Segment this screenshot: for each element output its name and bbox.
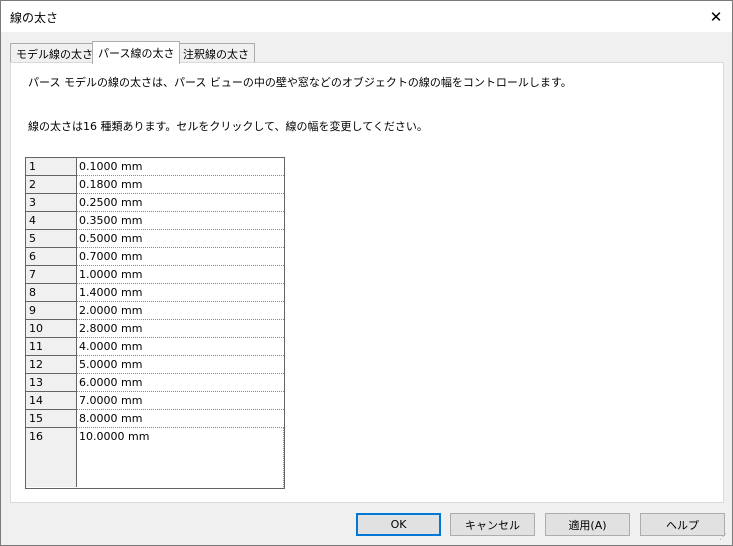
line-width-cell[interactable]: 0.3500 mm <box>77 212 284 230</box>
cancel-button[interactable]: キャンセル <box>450 513 535 536</box>
apply-button[interactable]: 適用(A) <box>545 513 630 536</box>
row-number-cell: 3 <box>26 194 77 212</box>
instruction-text: 線の太さは16 種類あります。セルをクリックして、線の幅を変更してください。 <box>28 120 428 133</box>
line-width-cell[interactable]: 10.0000 mm <box>77 428 284 487</box>
line-width-cell[interactable]: 2.8000 mm <box>77 320 284 338</box>
table-row: 5 0.5000 mm <box>26 230 284 248</box>
row-number-cell: 15 <box>26 410 77 428</box>
table-row: 1 0.1000 mm <box>26 158 284 176</box>
table-row: 11 4.0000 mm <box>26 338 284 356</box>
table-row: 16 10.0000 mm <box>26 428 284 487</box>
table-row: 7 1.0000 mm <box>26 266 284 284</box>
table-row: 12 5.0000 mm <box>26 356 284 374</box>
line-width-cell[interactable]: 1.4000 mm <box>77 284 284 302</box>
tab-perspective-line-weights[interactable]: パース線の太さ <box>92 41 181 64</box>
resize-grip-icon[interactable]: ⋰ <box>719 532 729 542</box>
table-row: 8 1.4000 mm <box>26 284 284 302</box>
row-number-cell: 7 <box>26 266 77 284</box>
row-number-cell: 5 <box>26 230 77 248</box>
help-button[interactable]: ヘルプ <box>640 513 725 536</box>
line-width-cell[interactable]: 0.1800 mm <box>77 176 284 194</box>
table-row: 15 8.0000 mm <box>26 410 284 428</box>
row-number-cell: 4 <box>26 212 77 230</box>
table-row: 14 7.0000 mm <box>26 392 284 410</box>
tab-panel: パース モデルの線の太さは、パース ビューの中の壁や窓などのオブジェクトの線の幅… <box>10 62 724 503</box>
window-title: 線の太さ <box>10 11 59 25</box>
line-width-cell[interactable]: 1.0000 mm <box>77 266 284 284</box>
title-bar[interactable]: 線の太さ ✕ <box>1 1 732 32</box>
row-number-cell: 12 <box>26 356 77 374</box>
tab-model-line-weights[interactable]: モデル線の太さ <box>10 43 99 63</box>
row-number-cell: 6 <box>26 248 77 266</box>
description-text: パース モデルの線の太さは、パース ビューの中の壁や窓などのオブジェクトの線の幅… <box>28 76 572 89</box>
line-width-cell[interactable]: 0.2500 mm <box>77 194 284 212</box>
row-number-cell: 13 <box>26 374 77 392</box>
row-number-cell: 9 <box>26 302 77 320</box>
table-row: 10 2.8000 mm <box>26 320 284 338</box>
line-width-cell[interactable]: 0.5000 mm <box>77 230 284 248</box>
line-weight-table: 1 0.1000 mm 2 0.1800 mm 3 0.2500 mm 4 0.3500 mm… <box>25 157 285 489</box>
tab-annotation-line-weights[interactable]: 注釈線の太さ <box>177 43 255 63</box>
row-number-cell: 10 <box>26 320 77 338</box>
table-row: 6 0.7000 mm <box>26 248 284 266</box>
row-number-cell: 16 <box>26 428 77 487</box>
line-width-cell[interactable]: 4.0000 mm <box>77 338 284 356</box>
line-weights-dialog: 線の太さ ✕ モデル線の太さ パース線の太さ 注釈線の太さ パース モデルの線の… <box>0 0 733 546</box>
close-icon[interactable]: ✕ <box>700 1 732 32</box>
row-number-cell: 8 <box>26 284 77 302</box>
ok-button[interactable]: OK <box>356 513 441 536</box>
row-number-cell: 14 <box>26 392 77 410</box>
line-width-cell[interactable]: 0.7000 mm <box>77 248 284 266</box>
table-row: 9 2.0000 mm <box>26 302 284 320</box>
row-number-cell: 2 <box>26 176 77 194</box>
line-width-cell[interactable]: 5.0000 mm <box>77 356 284 374</box>
line-width-cell[interactable]: 7.0000 mm <box>77 392 284 410</box>
line-width-cell[interactable]: 0.1000 mm <box>77 158 284 176</box>
table-row: 4 0.3500 mm <box>26 212 284 230</box>
row-number-cell: 1 <box>26 158 77 176</box>
table-row: 13 6.0000 mm <box>26 374 284 392</box>
line-width-cell[interactable]: 6.0000 mm <box>77 374 284 392</box>
table-row: 2 0.1800 mm <box>26 176 284 194</box>
line-width-cell[interactable]: 8.0000 mm <box>77 410 284 428</box>
line-width-cell[interactable]: 2.0000 mm <box>77 302 284 320</box>
row-number-cell: 11 <box>26 338 77 356</box>
table-row: 3 0.2500 mm <box>26 194 284 212</box>
